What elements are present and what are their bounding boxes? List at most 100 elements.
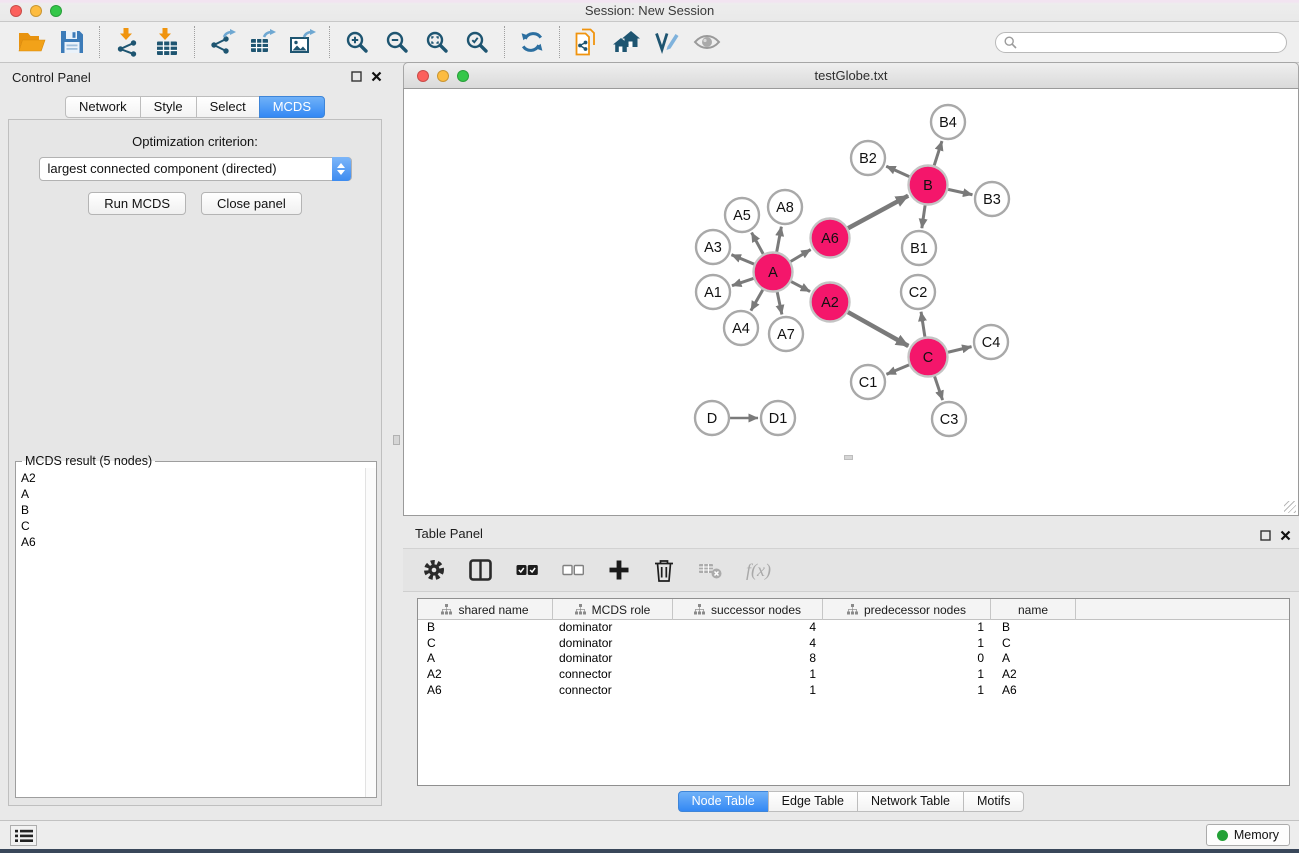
- zoom-selected-button[interactable]: [457, 25, 497, 59]
- desktop-strip: [0, 849, 1299, 853]
- save-session-button[interactable]: [52, 25, 92, 59]
- network-window-titlebar[interactable]: testGlobe.txt: [403, 62, 1299, 88]
- graph-edge-A-A4[interactable]: [751, 290, 763, 311]
- graph-edge-A-A6[interactable]: [791, 250, 811, 262]
- graph-node-label-A6: A6: [821, 231, 839, 247]
- tab-network[interactable]: Network: [65, 96, 141, 118]
- zoom-in-button[interactable]: [337, 25, 377, 59]
- graph-edge-A6-B[interactable]: [848, 196, 908, 229]
- graph-edge-A-A5[interactable]: [752, 233, 764, 254]
- table-row[interactable]: A2connector11A2: [418, 667, 1289, 683]
- tab-style[interactable]: Style: [140, 96, 197, 118]
- delete-column-icon[interactable]: [654, 559, 674, 582]
- minimize-window-button[interactable]: [30, 5, 42, 17]
- zoom-fit-button[interactable]: [417, 25, 457, 59]
- import-table-button[interactable]: [147, 25, 187, 59]
- window-resize-grip[interactable]: [1284, 501, 1296, 513]
- mcds-result-item[interactable]: A6: [21, 534, 376, 550]
- graph-edge-C-C4[interactable]: [948, 347, 972, 353]
- criterion-select[interactable]: largest connected component (directed): [39, 157, 352, 181]
- tab-select[interactable]: Select: [196, 96, 260, 118]
- select-all-checkboxes-icon[interactable]: [516, 564, 538, 576]
- graphics-details-button[interactable]: [647, 25, 687, 59]
- deselect-all-checkboxes-icon[interactable]: [562, 564, 584, 576]
- graph-edge-A-A7[interactable]: [777, 292, 782, 314]
- float-table-panel-icon[interactable]: [1260, 530, 1271, 541]
- graph-edge-A-A1[interactable]: [732, 278, 754, 285]
- add-column-icon[interactable]: [608, 559, 630, 581]
- search-input[interactable]: [995, 32, 1287, 53]
- optimization-criterion-label: Optimization criterion:: [9, 134, 381, 149]
- mcds-result-item[interactable]: C: [21, 518, 376, 534]
- tab-edge-table[interactable]: Edge Table: [768, 791, 858, 812]
- split-columns-icon[interactable]: [469, 559, 492, 581]
- result-scrollbar[interactable]: [365, 468, 376, 797]
- column-header-name[interactable]: name: [991, 599, 1076, 620]
- graph-edge-B-B2[interactable]: [886, 166, 909, 176]
- close-window-button[interactable]: [10, 5, 22, 17]
- graph-edge-B-B1[interactable]: [922, 205, 925, 228]
- table-row[interactable]: Cdominator41C: [418, 636, 1289, 652]
- export-table-button[interactable]: [242, 25, 282, 59]
- eye-button[interactable]: [687, 25, 727, 59]
- memory-button[interactable]: Memory: [1206, 824, 1290, 846]
- column-header-shared-name[interactable]: shared name: [418, 599, 553, 620]
- task-history-button[interactable]: [10, 825, 37, 846]
- table-row[interactable]: Bdominator41B: [418, 620, 1289, 636]
- close-panel-button[interactable]: Close panel: [201, 192, 302, 215]
- export-network-button[interactable]: [202, 25, 242, 59]
- table-cell: dominator: [553, 651, 673, 667]
- horizontal-splitter-grip[interactable]: [844, 455, 853, 460]
- gear-icon[interactable]: [423, 559, 445, 581]
- graph-edge-A-A8[interactable]: [777, 227, 782, 252]
- graph-edge-C-C1[interactable]: [886, 365, 909, 374]
- mcds-result-title: MCDS result (5 nodes): [22, 454, 155, 468]
- network-zoom-button[interactable]: [457, 70, 469, 82]
- search-container: [995, 32, 1287, 53]
- tab-motifs[interactable]: Motifs: [963, 791, 1024, 812]
- column-header-predecessor-nodes[interactable]: predecessor nodes: [823, 599, 991, 620]
- toolbar-separator: [99, 26, 100, 58]
- delete-table-icon[interactable]: [698, 561, 722, 579]
- graph-edge-B-B3[interactable]: [948, 189, 972, 194]
- table-cell: C: [418, 636, 553, 652]
- graph-edge-B-B4[interactable]: [934, 141, 942, 165]
- network-minimize-button[interactable]: [437, 70, 449, 82]
- import-network-button[interactable]: [107, 25, 147, 59]
- graph-edge-A-A3[interactable]: [731, 255, 754, 264]
- control-panel: Control Panel Network Style Select MCDS …: [0, 63, 390, 820]
- table-row[interactable]: A6connector11A6: [418, 683, 1289, 699]
- column-header-mcds-role[interactable]: MCDS role: [553, 599, 673, 620]
- close-table-panel-icon[interactable]: [1280, 530, 1291, 541]
- graph-edge-C-C2[interactable]: [921, 312, 925, 337]
- open-file-button[interactable]: [12, 25, 52, 59]
- mcds-result-item[interactable]: B: [21, 502, 376, 518]
- duplicate-network-button[interactable]: [567, 25, 607, 59]
- column-header-successor-nodes[interactable]: successor nodes: [673, 599, 823, 620]
- float-panel-icon[interactable]: [351, 71, 362, 82]
- network-canvas[interactable]: B4B2BB3A5A8A6A3B1AC2A1A2A4A7C4CC1C3DD1: [403, 88, 1299, 516]
- splitter-grip[interactable]: [393, 435, 400, 445]
- vertical-splitter[interactable]: [390, 63, 403, 820]
- mcds-result-item[interactable]: A2: [21, 470, 376, 486]
- table-row[interactable]: Adominator80A: [418, 651, 1289, 667]
- zoom-out-button[interactable]: [377, 25, 417, 59]
- run-mcds-button[interactable]: Run MCDS: [88, 192, 186, 215]
- function-builder-icon[interactable]: f(x): [746, 560, 771, 581]
- graph-edge-C-C3[interactable]: [935, 376, 943, 400]
- tab-network-table[interactable]: Network Table: [857, 791, 964, 812]
- zoom-window-button[interactable]: [50, 5, 62, 17]
- tree-icon: [575, 604, 586, 615]
- graph-edge-A2-C[interactable]: [848, 312, 909, 346]
- export-image-button[interactable]: [282, 25, 322, 59]
- network-close-button[interactable]: [417, 70, 429, 82]
- tab-mcds[interactable]: MCDS: [259, 96, 325, 118]
- eye-icon: [693, 31, 721, 53]
- refresh-button[interactable]: [512, 25, 552, 59]
- close-panel-icon[interactable]: [371, 71, 382, 82]
- tab-node-table[interactable]: Node Table: [678, 791, 769, 812]
- home-view-button[interactable]: [607, 25, 647, 59]
- search-icon: [1004, 36, 1017, 49]
- graph-edge-A-A2[interactable]: [791, 282, 810, 292]
- mcds-result-item[interactable]: A: [21, 486, 376, 502]
